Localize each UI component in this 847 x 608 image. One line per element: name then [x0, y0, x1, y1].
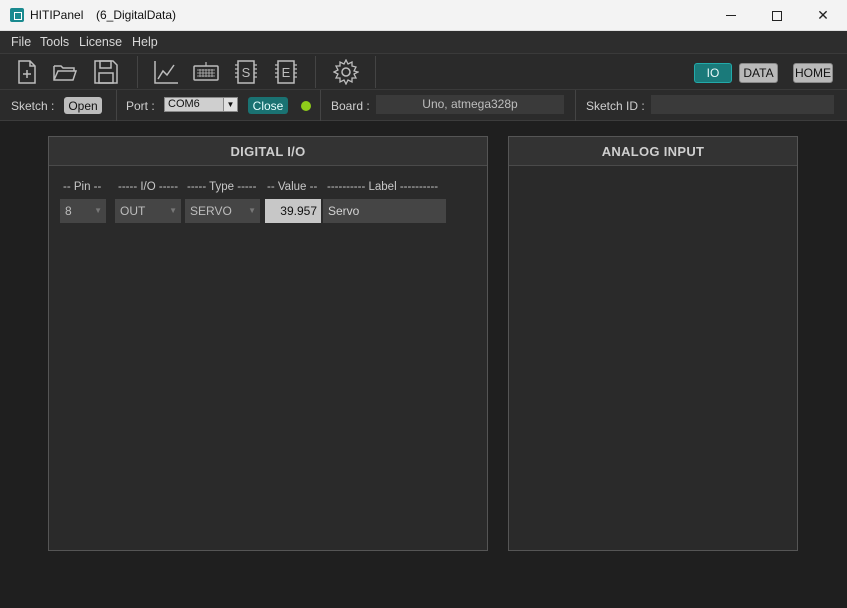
toolbar-separator — [375, 56, 376, 88]
svg-text:E: E — [282, 65, 291, 80]
status-separator — [116, 90, 117, 121]
analog-input-title: ANALOG INPUT — [509, 137, 797, 166]
new-file-icon[interactable] — [14, 59, 40, 85]
open-sketch-button[interactable]: Open — [64, 97, 102, 114]
sketch-s-icon[interactable]: S — [233, 59, 259, 85]
home-button[interactable]: HOME — [793, 63, 833, 83]
menu-license[interactable]: License — [79, 35, 122, 49]
port-value: COM6 — [168, 98, 200, 110]
digital-io-panel: DIGITAL I/O -- Pin -- ----- I/O ----- --… — [48, 136, 488, 551]
port-label: Port : — [126, 99, 155, 113]
menu-file[interactable]: File — [11, 35, 31, 49]
status-separator — [575, 90, 576, 121]
svg-text:S: S — [242, 65, 251, 80]
type-select[interactable]: SERVO ▼ — [185, 199, 260, 223]
close-port-button[interactable]: Close — [248, 97, 288, 114]
maximize-button[interactable] — [754, 0, 800, 31]
app-name: HITIPanel — [30, 8, 84, 22]
menu-help[interactable]: Help — [132, 35, 158, 49]
document-title: (6_DigitalData) — [96, 8, 177, 22]
minimize-icon — [726, 15, 736, 16]
window-title-bar: HITIPanel (6_DigitalData) ✕ — [0, 0, 847, 31]
menu-bar: File Tools License Help — [0, 31, 847, 53]
label-field[interactable]: Servo — [323, 199, 446, 223]
toolbar-separator — [137, 56, 138, 88]
save-icon[interactable] — [93, 59, 119, 85]
label-column-header: ---------- Label ---------- — [327, 181, 439, 193]
digital-io-title: DIGITAL I/O — [49, 137, 487, 166]
app-body: File Tools License Help S E IO DATA HOME… — [0, 31, 847, 608]
chevron-down-icon: ▼ — [94, 206, 102, 215]
io-mode-select[interactable]: OUT ▼ — [115, 199, 181, 223]
keyboard-icon[interactable] — [193, 59, 219, 85]
open-folder-icon[interactable] — [52, 59, 78, 85]
pin-column-header: -- Pin -- — [63, 181, 102, 193]
close-window-button[interactable]: ✕ — [800, 0, 846, 31]
chart-icon[interactable] — [153, 59, 179, 85]
sketch-e-icon[interactable]: E — [273, 59, 299, 85]
io-mode-value: OUT — [120, 204, 146, 218]
status-separator — [320, 90, 321, 121]
minimize-button[interactable] — [708, 0, 754, 31]
connection-bar: Sketch : Open Port : COM6 ▼ Close Board … — [0, 90, 847, 121]
value-column-header: -- Value -- — [267, 181, 318, 193]
app-icon — [10, 8, 24, 22]
analog-input-panel: ANALOG INPUT — [508, 136, 798, 551]
gear-icon[interactable] — [332, 58, 360, 86]
type-value: SERVO — [190, 204, 232, 218]
sketch-label: Sketch : — [11, 99, 55, 113]
chevron-down-icon: ▼ — [223, 98, 237, 111]
chevron-down-icon: ▼ — [169, 206, 177, 215]
sketch-id-label: Sketch ID : — [586, 99, 645, 113]
pin-value: 8 — [65, 204, 72, 218]
io-column-header: ----- I/O ----- — [118, 181, 179, 193]
pin-select[interactable]: 8 ▼ — [60, 199, 106, 223]
connection-status-led — [301, 101, 311, 111]
maximize-icon — [772, 10, 782, 21]
sketch-id-field — [651, 95, 834, 114]
toolbar: S E IO DATA HOME — [0, 53, 847, 90]
board-label: Board : — [331, 99, 370, 113]
chevron-down-icon: ▼ — [248, 206, 256, 215]
type-column-header: ----- Type ----- — [187, 181, 257, 193]
board-field: Uno, atmega328p — [376, 95, 564, 114]
toolbar-separator — [315, 56, 316, 88]
value-field[interactable]: 39.957 — [265, 199, 321, 223]
port-select[interactable]: COM6 ▼ — [164, 97, 238, 112]
close-icon: ✕ — [817, 7, 829, 23]
data-view-button[interactable]: DATA — [739, 63, 778, 83]
io-view-button[interactable]: IO — [694, 63, 732, 83]
menu-tools[interactable]: Tools — [40, 35, 69, 49]
